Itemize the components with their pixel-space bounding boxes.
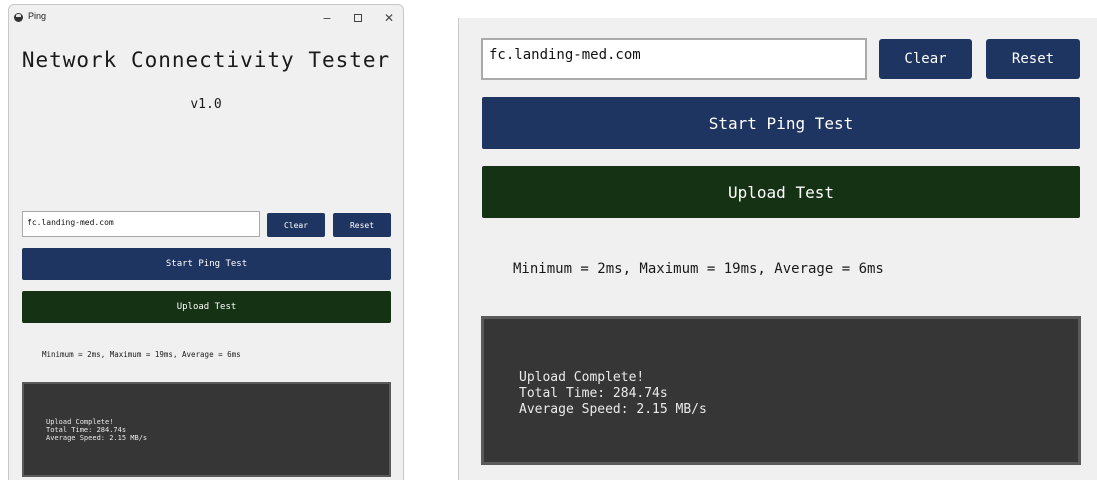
- log-line: Total Time: 284.74s: [46, 426, 127, 434]
- reset-button[interactable]: Reset: [333, 213, 391, 237]
- log-line: Upload Complete!: [519, 370, 645, 385]
- reset-button-zoomed[interactable]: Reset: [986, 39, 1080, 79]
- start-ping-button-zoomed[interactable]: Start Ping Test: [482, 97, 1080, 149]
- minimize-icon[interactable]: −: [312, 7, 342, 29]
- start-ping-button[interactable]: Start Ping Test: [22, 248, 391, 280]
- ping-stats: Minimum = 2ms, Maximum = 19ms, Average =…: [42, 350, 241, 359]
- log-line: Upload Complete!: [46, 418, 114, 426]
- clear-button[interactable]: Clear: [267, 213, 325, 237]
- app-version: v1.0: [190, 97, 222, 112]
- log-line: Average Speed: 2.15 MB/s: [519, 402, 707, 417]
- close-icon[interactable]: ✕: [374, 7, 403, 29]
- host-input[interactable]: fc.landing-med.com: [22, 211, 260, 237]
- title-bar[interactable]: Ping − ✕: [9, 5, 403, 29]
- zoomed-view: fc.landing-med.com Clear Reset Start Pin…: [458, 18, 1097, 480]
- upload-log: Upload Complete! Total Time: 284.74s Ave…: [22, 382, 391, 477]
- log-line: Average Speed: 2.15 MB/s: [46, 434, 148, 442]
- ping-stats-zoomed: Minimum = 2ms, Maximum = 19ms, Average =…: [513, 261, 884, 277]
- app-window: Ping − ✕ Network Connectivity Tester v1.…: [8, 4, 404, 480]
- upload-log-zoomed: Upload Complete! Total Time: 284.74s Ave…: [481, 316, 1081, 465]
- log-line: Total Time: 284.74s: [519, 386, 668, 401]
- upload-test-button[interactable]: Upload Test: [22, 291, 391, 323]
- clear-button-zoomed[interactable]: Clear: [879, 39, 972, 79]
- window-title: Ping: [28, 11, 47, 21]
- app-title: Network Connectivity Tester: [21, 48, 391, 72]
- upload-test-button-zoomed[interactable]: Upload Test: [482, 166, 1080, 218]
- maximize-icon[interactable]: [343, 7, 373, 29]
- ping-app-icon: [14, 13, 23, 22]
- host-input-zoomed[interactable]: fc.landing-med.com: [481, 38, 867, 80]
